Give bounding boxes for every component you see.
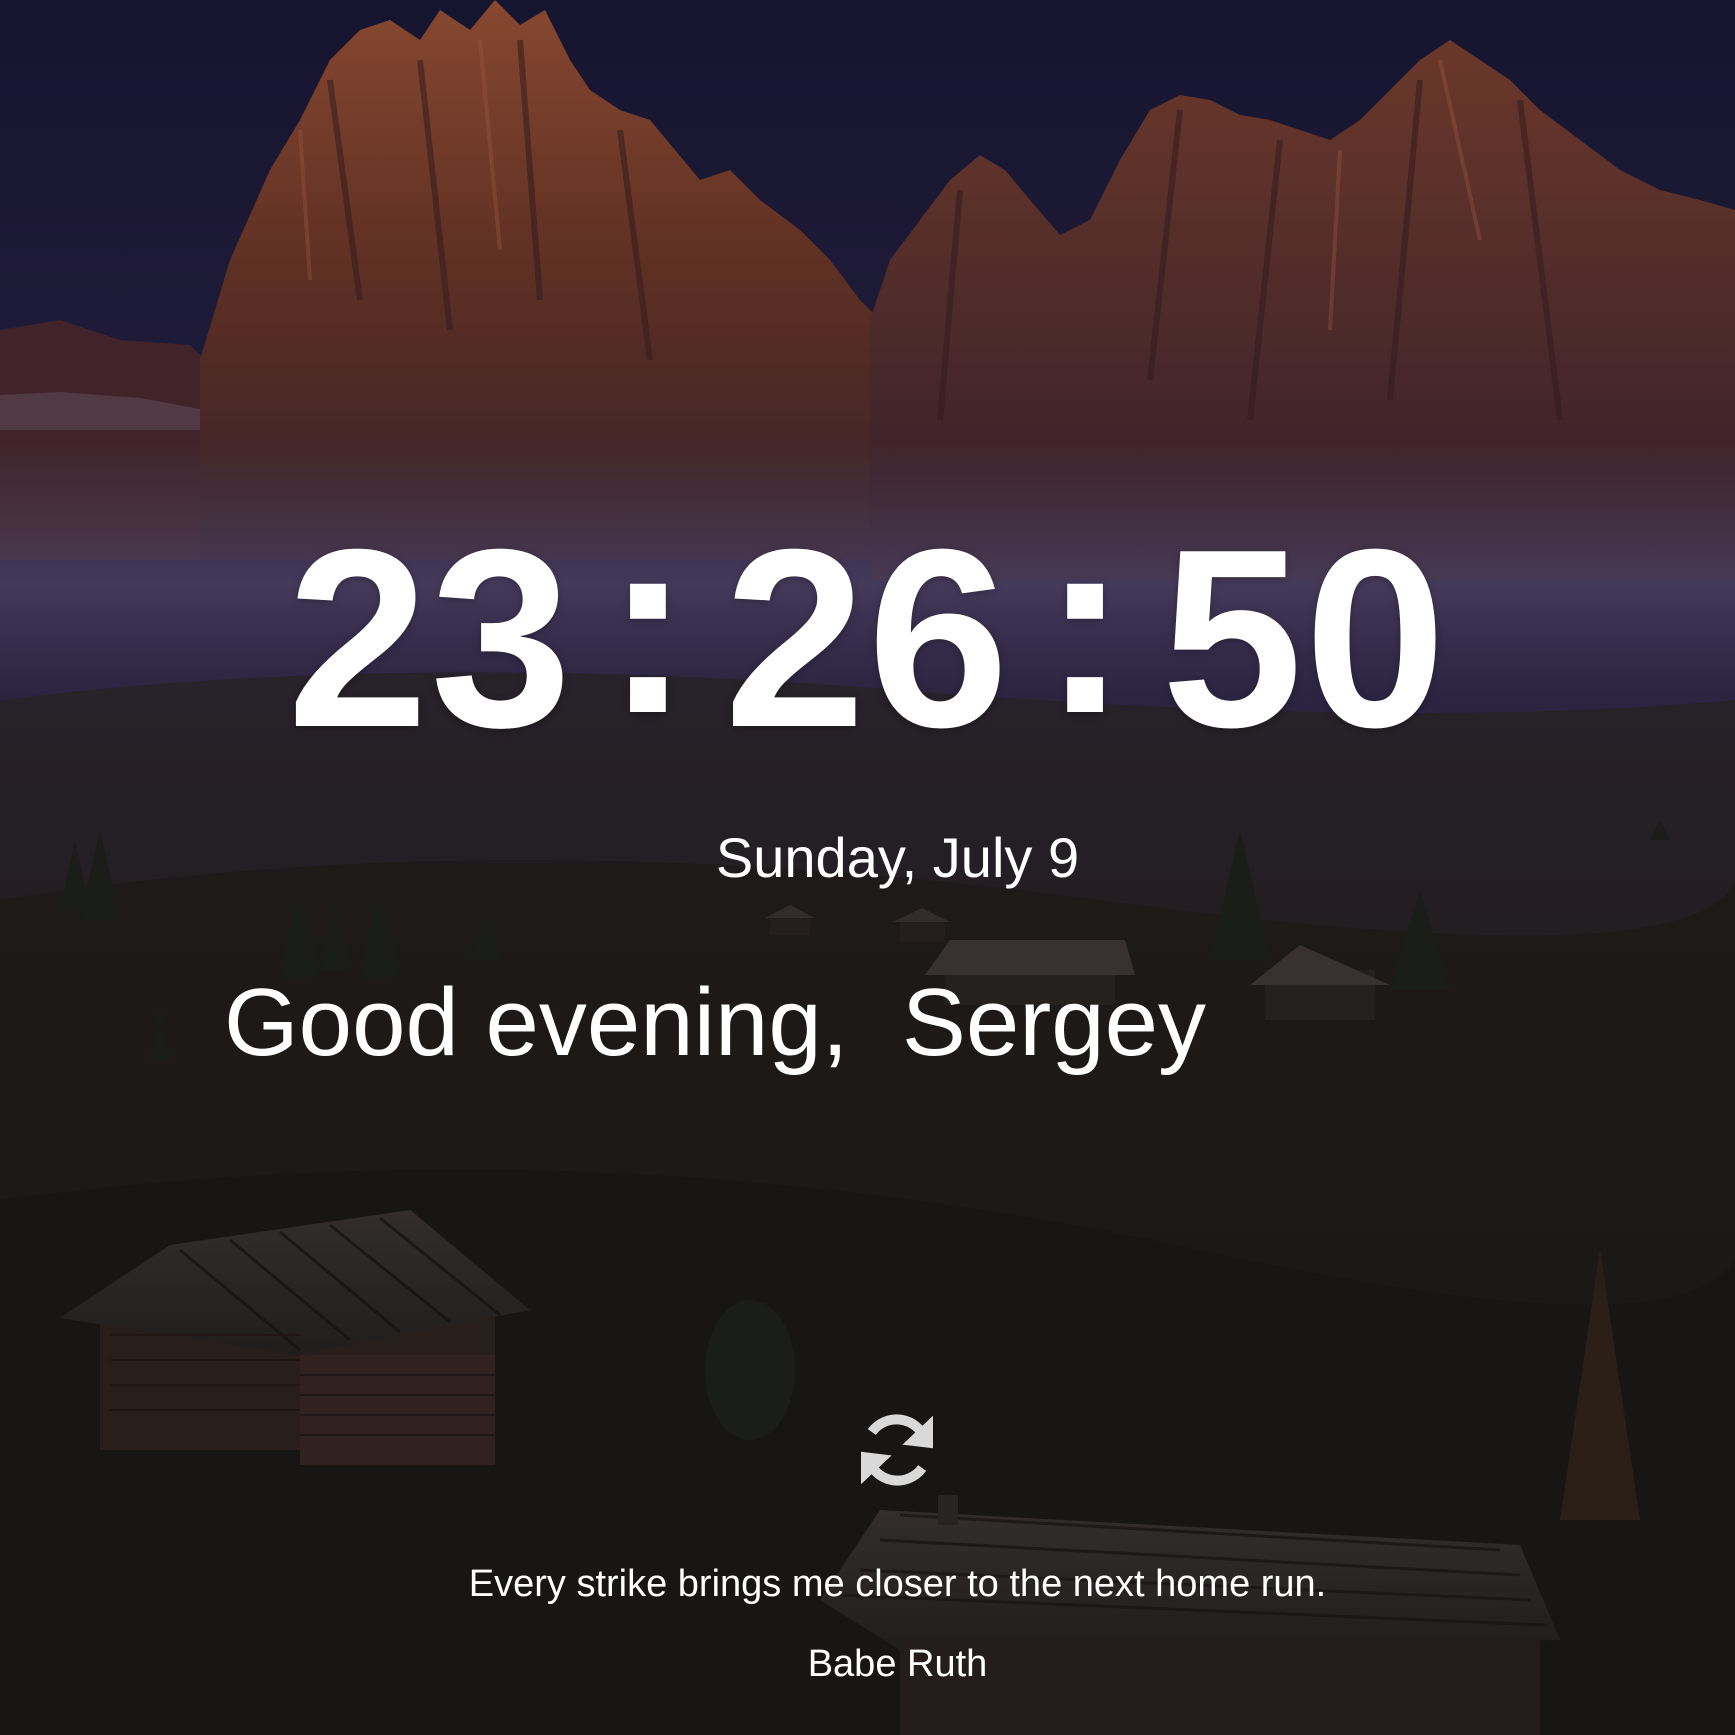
date-display: Sunday, July 9	[715, 826, 1080, 889]
clock-seconds: 50	[1161, 496, 1448, 780]
clock-separator: :	[605, 482, 693, 766]
clock-hours: 23	[287, 496, 574, 780]
quote-text: Every strike brings me closer to the nex…	[468, 1563, 1327, 1605]
clock-separator: :	[1042, 482, 1130, 766]
greeting-text: Good evening, Sergey	[224, 969, 1206, 1076]
quote-author: Babe Ruth	[807, 1643, 988, 1685]
clock-minutes: 26	[724, 496, 1011, 780]
refresh-quote-button[interactable]	[852, 1405, 942, 1495]
clock: 23 : 26 : 50	[0, 497, 1735, 765]
refresh-icon	[861, 1414, 933, 1486]
